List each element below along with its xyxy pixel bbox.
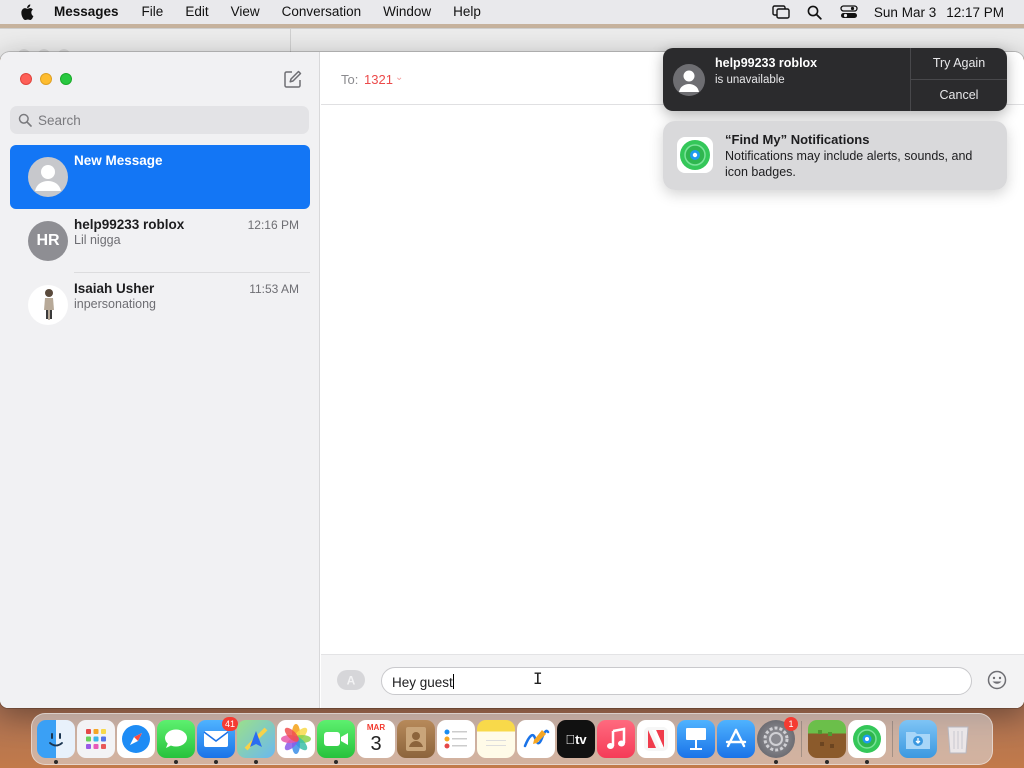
apple-tv-icon[interactable]: tv bbox=[557, 720, 595, 758]
trash-icon[interactable] bbox=[939, 720, 977, 758]
avatar-initials: HR bbox=[28, 221, 68, 261]
music-icon[interactable] bbox=[597, 720, 635, 758]
svg-text:A: A bbox=[347, 674, 356, 688]
contacts-icon[interactable] bbox=[397, 720, 435, 758]
compose-icon[interactable] bbox=[283, 69, 303, 89]
calendar-month: MAR bbox=[366, 723, 386, 732]
screen-mirroring-icon[interactable] bbox=[772, 4, 790, 20]
find-my-icon bbox=[677, 137, 713, 173]
minimize-button[interactable] bbox=[40, 73, 52, 85]
close-button[interactable] bbox=[20, 73, 32, 85]
safari-icon[interactable] bbox=[117, 720, 155, 758]
reminders-icon[interactable] bbox=[437, 720, 475, 758]
text-caret bbox=[452, 674, 454, 689]
mail-icon[interactable]: 41 bbox=[197, 717, 238, 764]
facetime-icon[interactable] bbox=[317, 720, 355, 764]
notification-actions: Try Again Cancel bbox=[910, 48, 1007, 111]
text-cursor-icon: I bbox=[533, 669, 543, 688]
find-my-notification[interactable]: “Find My” Notifications Notifications ma… bbox=[663, 121, 1007, 190]
emoji-icon[interactable] bbox=[987, 670, 1007, 690]
conversation-name: New Message bbox=[74, 153, 163, 168]
recipient-token[interactable]: 1321 bbox=[364, 72, 393, 87]
dock: 41 MAR 3 tv 1 bbox=[31, 713, 993, 765]
apple-menu-icon[interactable] bbox=[0, 4, 54, 20]
notification-title: help99233 roblox bbox=[715, 56, 818, 70]
maps-icon[interactable] bbox=[237, 720, 275, 764]
window-controls bbox=[20, 73, 72, 85]
menu-clock[interactable]: Sun Mar 3 12:17 PM bbox=[874, 5, 1004, 20]
message-text: Hey guest bbox=[392, 675, 453, 690]
messages-app-icon[interactable] bbox=[157, 720, 195, 764]
menu-edit[interactable]: Edit bbox=[174, 0, 219, 24]
settings-badge: 1 bbox=[784, 717, 798, 731]
menu-date: Sun Mar 3 bbox=[873, 4, 937, 20]
calendar-day: 3 bbox=[370, 733, 382, 755]
conversation-new-message[interactable]: New Message bbox=[10, 145, 310, 209]
search-field[interactable]: Search bbox=[10, 106, 309, 134]
zoom-button[interactable] bbox=[60, 73, 72, 85]
person-icon bbox=[673, 64, 705, 96]
avatar-photo bbox=[28, 285, 68, 325]
minecraft-icon[interactable] bbox=[808, 720, 846, 764]
to-label: To: bbox=[341, 72, 359, 87]
launchpad-icon[interactable] bbox=[77, 720, 115, 758]
control-center-icon[interactable] bbox=[840, 4, 858, 20]
menu-help[interactable]: Help bbox=[442, 0, 492, 24]
conversation-isaiah-usher[interactable]: Isaiah Usher inpersonationg 11:53 AM bbox=[10, 273, 310, 337]
sidebar: Search New Message HR help99233 roblox L… bbox=[0, 52, 320, 708]
find-my-app-icon[interactable] bbox=[848, 720, 886, 764]
menu-window[interactable]: Window bbox=[372, 0, 442, 24]
keynote-icon[interactable] bbox=[677, 720, 715, 758]
avatar bbox=[28, 157, 68, 197]
composer-bar: A Hey guest I bbox=[321, 654, 1024, 708]
conversation-time: 12:16 PM bbox=[247, 218, 299, 232]
app-store-icon[interactable] bbox=[717, 720, 755, 758]
menu-app-name[interactable]: Messages bbox=[54, 0, 131, 24]
downloads-folder-icon[interactable] bbox=[899, 720, 937, 758]
conversation-preview: Lil nigga bbox=[74, 233, 121, 247]
calendar-icon[interactable]: MAR 3 bbox=[357, 720, 395, 758]
mail-badge: 41 bbox=[221, 717, 238, 731]
notes-icon[interactable] bbox=[477, 720, 515, 758]
conversation-preview: inpersonationg bbox=[74, 297, 157, 311]
conversation-help99233-roblox[interactable]: HR help99233 roblox Lil nigga 12:16 PM bbox=[10, 209, 310, 273]
search-icon bbox=[18, 113, 32, 127]
menu-time: 12:17 PM bbox=[946, 4, 1004, 20]
conversation-name: help99233 roblox bbox=[74, 217, 185, 232]
notification-title: “Find My” Notifications bbox=[725, 132, 870, 147]
search-placeholder: Search bbox=[38, 112, 81, 128]
person-icon bbox=[35, 165, 61, 191]
photos-icon[interactable] bbox=[277, 720, 315, 758]
menu-conversation[interactable]: Conversation bbox=[271, 0, 373, 24]
notification-body: Notifications may include alerts, sounds… bbox=[725, 149, 973, 179]
spotlight-search-icon[interactable] bbox=[806, 4, 824, 20]
freeform-icon[interactable] bbox=[517, 720, 555, 758]
cancel-button[interactable]: Cancel bbox=[911, 80, 1007, 112]
finder-icon[interactable] bbox=[37, 720, 75, 764]
chevron-down-icon[interactable]: ⌄ bbox=[395, 72, 403, 83]
unavailable-notification[interactable]: help99233 roblox is unavailable Try Agai… bbox=[663, 48, 1007, 111]
menu-view[interactable]: View bbox=[220, 0, 271, 24]
news-icon[interactable] bbox=[637, 720, 675, 758]
try-again-button[interactable]: Try Again bbox=[911, 48, 1007, 80]
conversation-time: 11:53 AM bbox=[249, 282, 299, 296]
tv-label-icon: tv bbox=[565, 731, 586, 747]
system-settings-icon[interactable]: 1 bbox=[757, 717, 798, 764]
message-input[interactable]: Hey guest bbox=[381, 667, 972, 695]
menu-bar: Messages File Edit View Conversation Win… bbox=[0, 0, 1024, 24]
apps-icon[interactable]: A bbox=[336, 669, 366, 691]
notification-subtitle: is unavailable bbox=[715, 74, 785, 86]
conversation-name: Isaiah Usher bbox=[74, 281, 155, 296]
menu-file[interactable]: File bbox=[131, 0, 175, 24]
